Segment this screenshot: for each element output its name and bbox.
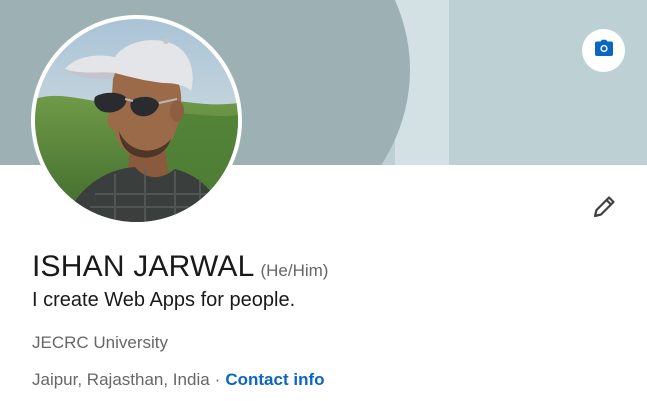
contact-info-link[interactable]: Contact info — [225, 370, 324, 389]
profile-card: ISHAN JARWAL (He/Him) I create Web Apps … — [0, 0, 647, 401]
edit-cover-photo-button[interactable] — [582, 29, 625, 72]
location-separator: · — [214, 370, 221, 389]
location-row: Jaipur, Rajasthan, India · Contact info — [32, 370, 325, 390]
profile-education[interactable]: JECRC University — [32, 333, 168, 353]
profile-photo-image — [35, 19, 238, 222]
camera-icon — [594, 39, 614, 62]
profile-location: Jaipur, Rajasthan, India — [32, 370, 210, 389]
profile-headline: I create Web Apps for people. — [32, 289, 296, 311]
name-row: ISHAN JARWAL (He/Him) — [32, 250, 328, 284]
edit-intro-button[interactable] — [585, 190, 623, 228]
pencil-icon — [590, 193, 618, 226]
profile-name: ISHAN JARWAL — [32, 250, 255, 283]
profile-photo[interactable] — [31, 15, 242, 226]
profile-pronouns: (He/Him) — [260, 261, 329, 280]
